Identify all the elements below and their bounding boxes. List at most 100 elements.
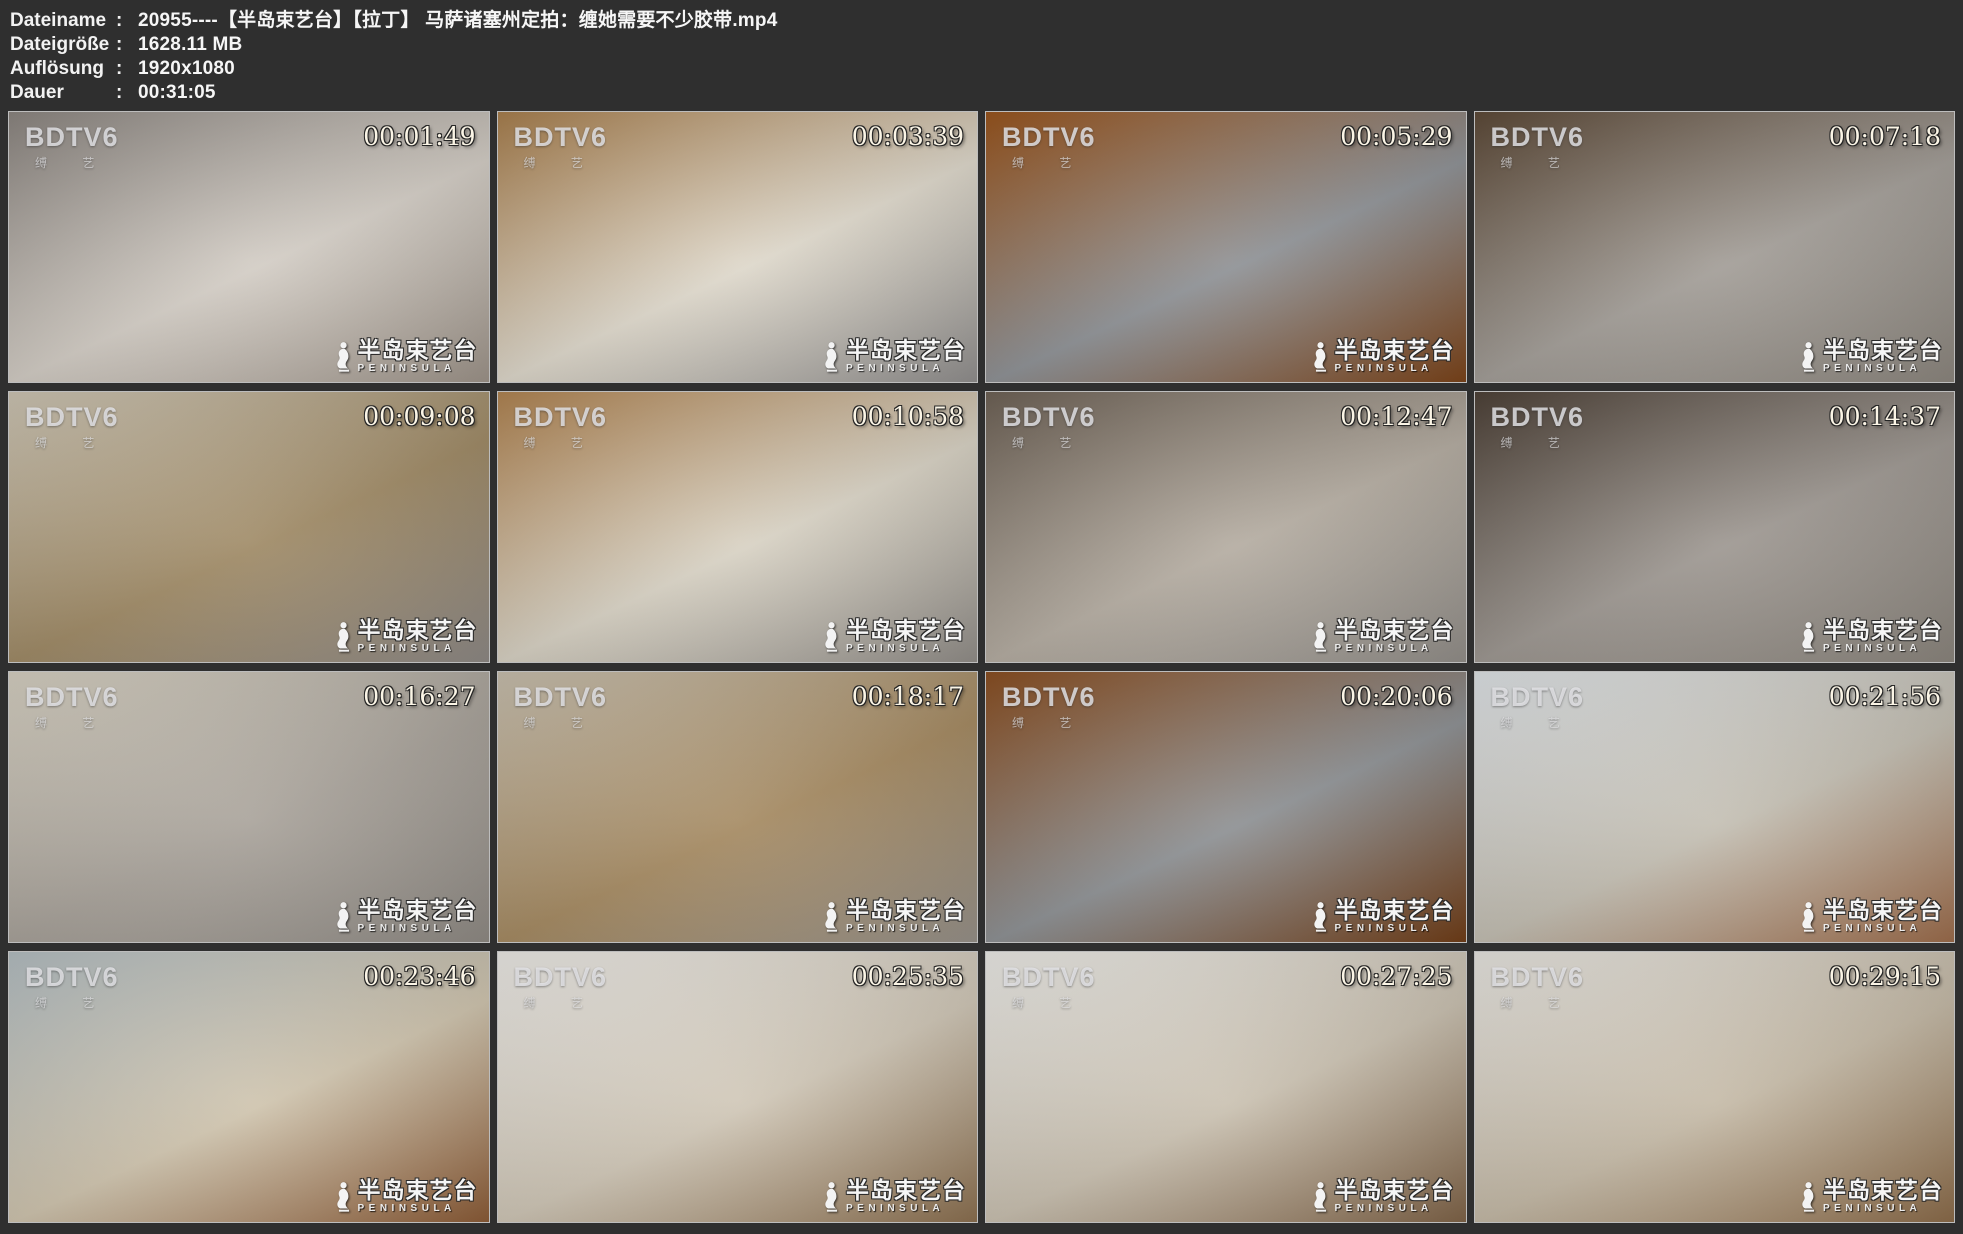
channel-logo-watermark: BDTV6 缚 艺	[1491, 122, 1585, 171]
channel-logo-watermark: BDTV6 缚 艺	[1002, 122, 1096, 171]
thumbnail-grid: BDTV6 缚 艺 00:01:49 半岛束艺台 PENINSULA BDTV6…	[8, 111, 1955, 1223]
bdtv6-logo-subtext: 缚 艺	[35, 154, 119, 171]
metadata-row-resolution: Auflösung:1920x1080	[10, 57, 1955, 81]
studio-watermark: 半岛束艺台 PENINSULA	[333, 611, 478, 654]
video-thumbnail: BDTV6 缚 艺 00:05:29 半岛束艺台 PENINSULA	[985, 111, 1467, 383]
filename-label: Dateiname	[10, 9, 116, 32]
metadata-row-filesize: Dateigröße:1628.11 MB	[10, 33, 1955, 57]
timestamp-overlay: 00:29:15	[1829, 962, 1941, 991]
kneeling-figure-icon	[1798, 620, 1820, 654]
video-thumbnail: BDTV6 缚 艺 00:09:08 半岛束艺台 PENINSULA	[8, 391, 490, 663]
studio-name-cn: 半岛束艺台	[846, 1171, 966, 1205]
timestamp-overlay: 00:20:06	[1340, 682, 1452, 711]
bdtv6-logo-text: BDTV6	[25, 402, 119, 433]
metadata-row-filename: Dateiname:20955----【半岛束艺台】【拉丁】 马萨诸塞州定拍：缠…	[10, 9, 1955, 33]
studio-watermark: 半岛束艺台 PENINSULA	[1310, 611, 1455, 654]
bdtv6-logo-subtext: 缚 艺	[1501, 994, 1585, 1011]
video-thumbnail: BDTV6 缚 艺 00:18:17 半岛束艺台 PENINSULA	[497, 671, 979, 943]
channel-logo-watermark: BDTV6 缚 艺	[25, 682, 119, 731]
channel-logo-watermark: BDTV6 缚 艺	[1491, 682, 1585, 731]
channel-logo-watermark: BDTV6 缚 艺	[25, 402, 119, 451]
kneeling-figure-icon	[1310, 620, 1332, 654]
channel-logo-watermark: BDTV6 缚 艺	[1002, 962, 1096, 1011]
kneeling-figure-icon	[1798, 340, 1820, 374]
studio-name-cn: 半岛束艺台	[1823, 1171, 1943, 1205]
channel-logo-watermark: BDTV6 缚 艺	[1491, 962, 1585, 1011]
video-thumbnail: BDTV6 缚 艺 00:03:39 半岛束艺台 PENINSULA	[497, 111, 979, 383]
timestamp-overlay: 00:27:25	[1340, 962, 1452, 991]
kneeling-figure-icon	[333, 340, 355, 374]
studio-watermark: 半岛束艺台 PENINSULA	[1798, 891, 1943, 934]
video-thumbnail: BDTV6 缚 艺 00:16:27 半岛束艺台 PENINSULA	[8, 671, 490, 943]
bdtv6-logo-subtext: 缚 艺	[35, 994, 119, 1011]
filesize-label: Dateigröße	[10, 33, 116, 56]
metadata-row-duration: Dauer:00:31:05	[10, 81, 1955, 105]
video-thumbnail: BDTV6 缚 艺 00:07:18 半岛束艺台 PENINSULA	[1474, 111, 1956, 383]
file-metadata-header: Dateiname:20955----【半岛束艺台】【拉丁】 马萨诸塞州定拍：缠…	[0, 0, 1963, 111]
timestamp-overlay: 00:21:56	[1829, 682, 1941, 711]
filesize-value: 1628.11 MB	[138, 34, 242, 55]
studio-watermark: 半岛束艺台 PENINSULA	[1310, 331, 1455, 374]
studio-name-cn: 半岛束艺台	[1335, 611, 1455, 645]
bdtv6-logo-text: BDTV6	[1491, 402, 1585, 433]
kneeling-figure-icon	[821, 1180, 843, 1214]
channel-logo-watermark: BDTV6 缚 艺	[514, 402, 608, 451]
studio-name-cn: 半岛束艺台	[358, 891, 478, 925]
studio-watermark: 半岛束艺台 PENINSULA	[1310, 1171, 1455, 1214]
bdtv6-logo-subtext: 缚 艺	[1501, 714, 1585, 731]
studio-watermark: 半岛束艺台 PENINSULA	[821, 331, 966, 374]
timestamp-overlay: 00:05:29	[1340, 122, 1452, 151]
studio-watermark: 半岛束艺台 PENINSULA	[821, 891, 966, 934]
channel-logo-watermark: BDTV6 缚 艺	[1491, 402, 1585, 451]
timestamp-overlay: 00:09:08	[363, 402, 475, 431]
separator: :	[116, 81, 138, 104]
resolution-value: 1920x1080	[138, 58, 235, 79]
separator: :	[116, 9, 138, 32]
bdtv6-logo-subtext: 缚 艺	[1012, 994, 1096, 1011]
bdtv6-logo-subtext: 缚 艺	[35, 714, 119, 731]
bdtv6-logo-subtext: 缚 艺	[1012, 434, 1096, 451]
studio-name-cn: 半岛束艺台	[846, 891, 966, 925]
bdtv6-logo-subtext: 缚 艺	[1012, 714, 1096, 731]
studio-name-cn: 半岛束艺台	[358, 611, 478, 645]
video-thumbnail: BDTV6 缚 艺 00:29:15 半岛束艺台 PENINSULA	[1474, 951, 1956, 1223]
timestamp-overlay: 00:18:17	[852, 682, 964, 711]
kneeling-figure-icon	[821, 900, 843, 934]
bdtv6-logo-text: BDTV6	[1002, 122, 1096, 153]
kneeling-figure-icon	[1798, 1180, 1820, 1214]
video-thumbnail: BDTV6 缚 艺 00:27:25 半岛束艺台 PENINSULA	[985, 951, 1467, 1223]
bdtv6-logo-text: BDTV6	[1002, 402, 1096, 433]
channel-logo-watermark: BDTV6 缚 艺	[25, 122, 119, 171]
studio-name-cn: 半岛束艺台	[1335, 331, 1455, 365]
studio-name-cn: 半岛束艺台	[846, 611, 966, 645]
timestamp-overlay: 00:16:27	[363, 682, 475, 711]
kneeling-figure-icon	[333, 900, 355, 934]
video-thumbnail: BDTV6 缚 艺 00:14:37 半岛束艺台 PENINSULA	[1474, 391, 1956, 663]
separator: :	[116, 57, 138, 80]
bdtv6-logo-subtext: 缚 艺	[1012, 154, 1096, 171]
bdtv6-logo-text: BDTV6	[514, 402, 608, 433]
bdtv6-logo-subtext: 缚 艺	[524, 434, 608, 451]
bdtv6-logo-text: BDTV6	[25, 962, 119, 993]
timestamp-overlay: 00:23:46	[363, 962, 475, 991]
bdtv6-logo-text: BDTV6	[1491, 122, 1585, 153]
channel-logo-watermark: BDTV6 缚 艺	[514, 122, 608, 171]
kneeling-figure-icon	[1310, 1180, 1332, 1214]
studio-name-cn: 半岛束艺台	[1335, 1171, 1455, 1205]
studio-name-cn: 半岛束艺台	[1823, 611, 1943, 645]
studio-name-cn: 半岛束艺台	[1823, 891, 1943, 925]
studio-name-cn: 半岛束艺台	[1335, 891, 1455, 925]
timestamp-overlay: 00:25:35	[852, 962, 964, 991]
timestamp-overlay: 00:07:18	[1829, 122, 1941, 151]
channel-logo-watermark: BDTV6 缚 艺	[514, 682, 608, 731]
bdtv6-logo-text: BDTV6	[514, 962, 608, 993]
studio-watermark: 半岛束艺台 PENINSULA	[333, 331, 478, 374]
studio-name-cn: 半岛束艺台	[1823, 331, 1943, 365]
bdtv6-logo-subtext: 缚 艺	[35, 434, 119, 451]
bdtv6-logo-subtext: 缚 艺	[524, 994, 608, 1011]
bdtv6-logo-subtext: 缚 艺	[1501, 154, 1585, 171]
timestamp-overlay: 00:12:47	[1340, 402, 1452, 431]
kneeling-figure-icon	[333, 620, 355, 654]
video-thumbnail: BDTV6 缚 艺 00:01:49 半岛束艺台 PENINSULA	[8, 111, 490, 383]
kneeling-figure-icon	[821, 340, 843, 374]
